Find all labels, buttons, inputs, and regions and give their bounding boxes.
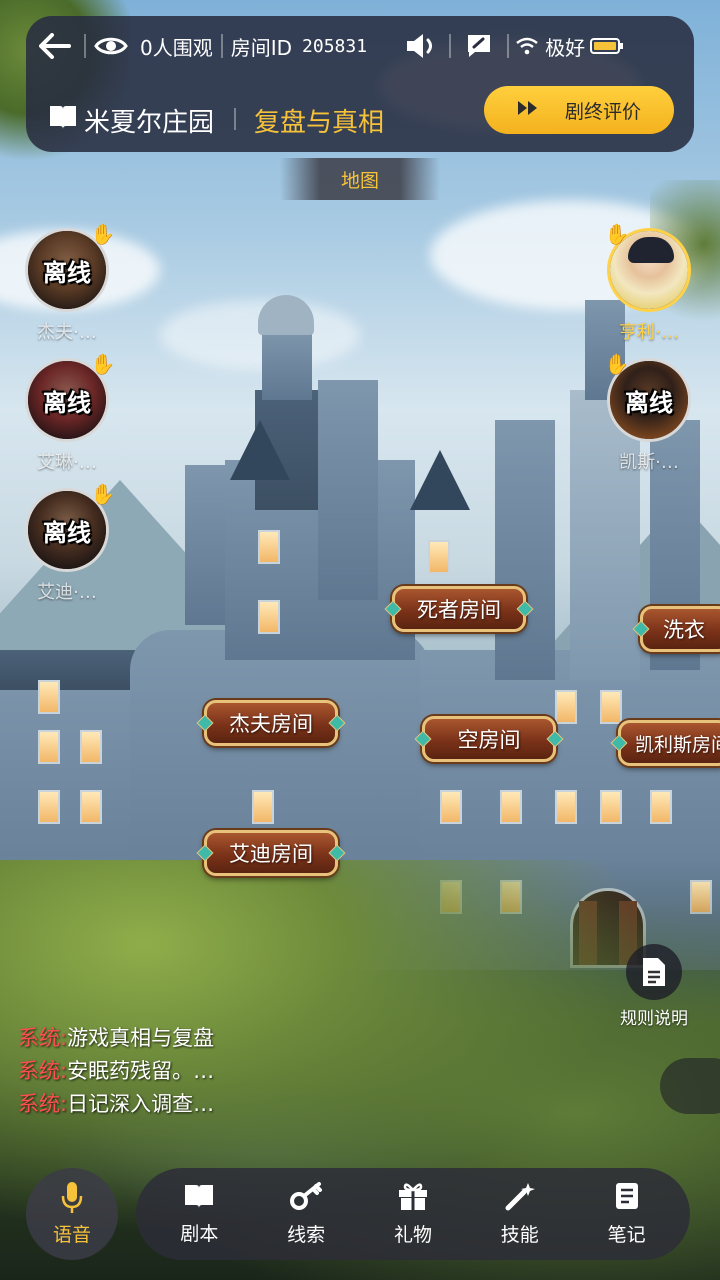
room-laundry[interactable]: 洗衣: [640, 606, 720, 652]
voice-button[interactable]: 语音: [26, 1168, 118, 1260]
spectator-count: 0人围观: [140, 35, 213, 60]
room-keris[interactable]: 凯利斯房间: [618, 720, 720, 766]
player-slot-1[interactable]: 离线 ✋ 杰夫·…: [22, 222, 115, 344]
player-slot-4[interactable]: ✋ 亨利·…: [604, 222, 694, 344]
rules-label: 规则说明: [620, 1009, 688, 1029]
room-eddie[interactable]: 艾迪房间: [204, 830, 338, 876]
final-review-label: 剧终评价: [564, 100, 641, 123]
player-slot-3[interactable]: 离线 ✋ 艾迪·…: [22, 482, 115, 604]
chat-sender: 系统:: [18, 1059, 68, 1083]
nav-label: 礼物: [393, 1224, 432, 1246]
stage-title: 复盘与真相: [254, 108, 385, 138]
script-title: 米夏尔庄园: [84, 108, 215, 138]
notebook-icon: [612, 1181, 642, 1216]
top-status-bar: 0人围观 房间ID 205831 极好 米夏尔庄园 复盘与真相 剧终评价: [26, 16, 694, 152]
player-slot-2[interactable]: 离线 ✋ 艾琳·…: [22, 352, 115, 474]
wand-icon: [504, 1181, 536, 1216]
nav-label: 技能: [500, 1224, 539, 1246]
eye-icon: [86, 16, 136, 76]
nav-clues[interactable]: 线索: [261, 1181, 351, 1247]
divider: [220, 34, 223, 58]
room-empty[interactable]: 空房间: [422, 716, 556, 762]
player-name: 亨利·…: [619, 322, 679, 343]
nav-label: 笔记: [607, 1224, 646, 1246]
feedback-icon[interactable]: [451, 16, 507, 76]
chat-text: 安眠药残留。…: [67, 1059, 215, 1083]
chat-line: 系统:日记深入调查…: [18, 1088, 438, 1121]
raise-hand-icon: ✋: [90, 222, 116, 246]
chat-sender: 系统:: [18, 1026, 68, 1050]
raise-hand-icon: ✋: [604, 352, 630, 376]
nav-script[interactable]: 剧本: [154, 1182, 244, 1246]
nav-notes[interactable]: 笔记: [582, 1181, 672, 1247]
battery-icon: [585, 16, 629, 76]
chat-sender: 系统:: [18, 1092, 68, 1116]
nav-label: 剧本: [180, 1223, 219, 1245]
speaker-icon[interactable]: [393, 16, 449, 76]
microphone-icon: [60, 1181, 84, 1220]
chat-log: 系统:游戏真相与复盘 系统:安眠药残留。… 系统:日记深入调查…: [18, 1022, 438, 1121]
final-review-button[interactable]: 剧终评价: [484, 86, 674, 134]
room-id-value: 205831: [302, 35, 368, 57]
side-drawer-handle[interactable]: [660, 1058, 720, 1114]
divider: [234, 108, 236, 130]
chat-text: 游戏真相与复盘: [67, 1026, 215, 1050]
raise-hand-icon: ✋: [604, 222, 630, 246]
key-icon: [289, 1181, 323, 1216]
chat-line: 系统:安眠药残留。…: [18, 1055, 438, 1088]
player-name: 艾琳·…: [37, 452, 97, 473]
nav-gifts[interactable]: 礼物: [368, 1181, 458, 1247]
nav-label: 线索: [287, 1224, 326, 1246]
room-dead-room[interactable]: 死者房间: [392, 586, 526, 632]
room-id-label: 房间ID: [230, 35, 293, 60]
signal-quality-label: 极好: [545, 35, 586, 60]
room-jeff[interactable]: 杰夫房间: [204, 700, 338, 746]
player-name: 凯斯·…: [619, 452, 679, 473]
fast-forward-icon: [517, 100, 557, 120]
gift-icon: [397, 1181, 429, 1216]
back-arrow-icon[interactable]: [26, 16, 84, 76]
bottom-nav-bar: 剧本 线索 礼物 技能 笔记: [136, 1168, 690, 1260]
player-name: 艾迪·…: [37, 582, 97, 603]
document-icon: [626, 944, 682, 1000]
wifi-icon: [509, 16, 545, 76]
chat-line: 系统:游戏真相与复盘: [18, 1022, 438, 1055]
raise-hand-icon: ✋: [90, 352, 116, 376]
raise-hand-icon: ✋: [90, 482, 116, 506]
player-name: 杰夫·…: [37, 322, 97, 343]
nav-skills[interactable]: 技能: [475, 1181, 565, 1247]
chat-text: 日记深入调查…: [67, 1092, 215, 1116]
map-tab[interactable]: 地图: [280, 158, 440, 200]
book-icon: [183, 1182, 215, 1215]
player-slot-5[interactable]: 离线 ✋ 凯斯·…: [604, 352, 694, 474]
book-icon: [46, 102, 80, 132]
voice-label: 语音: [52, 1224, 91, 1246]
rules-button[interactable]: 规则说明: [612, 944, 696, 1029]
